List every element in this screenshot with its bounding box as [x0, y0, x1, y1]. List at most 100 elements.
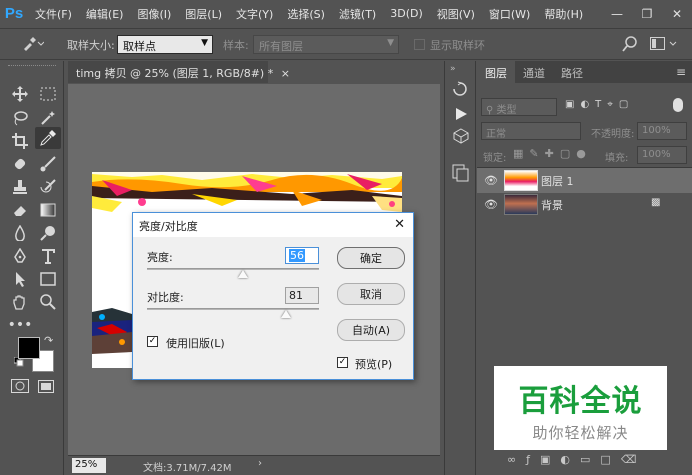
menu-layer[interactable]: 图层(L)	[178, 6, 229, 22]
ok-button[interactable]: 确定	[337, 247, 405, 269]
cancel-button[interactable]: 取消	[337, 283, 405, 305]
opacity-input[interactable]: 100%	[637, 122, 687, 140]
brightness-slider-track[interactable]	[147, 268, 319, 270]
pen-tool-icon[interactable]	[7, 245, 33, 267]
zoom-input[interactable]: 25%	[72, 458, 106, 473]
hand-tool-icon[interactable]	[7, 291, 33, 313]
tab-channels[interactable]: 通道	[515, 61, 553, 83]
menu-help[interactable]: 帮助(H)	[537, 6, 590, 22]
sample-select: 所有图层 ▼	[253, 35, 399, 54]
menu-filter[interactable]: 滤镜(T)	[332, 6, 383, 22]
chevron-down-icon: ▼	[201, 38, 208, 48]
show-ring-label: 显示取样环	[430, 39, 485, 52]
layer-actions-bar[interactable]: ∞ƒ▣◐▭□⌫	[507, 453, 646, 466]
history-brush-icon[interactable]	[35, 176, 61, 198]
dialog-title: 亮度/对比度	[139, 220, 198, 233]
foreground-color-swatch[interactable]	[18, 337, 40, 359]
collapsed-panel-strip: »	[444, 61, 476, 475]
magic-wand-icon[interactable]	[35, 107, 61, 129]
legacy-label: 使用旧版(L)	[166, 337, 225, 350]
menu-file[interactable]: 文件(F)	[28, 6, 79, 22]
actions-panel-icon[interactable]	[454, 107, 468, 124]
dialog-body: 亮度: 56 对比度: 81 ✓ 使用旧版(L) 确定 取消 自动(A) ✓ 预…	[133, 237, 413, 379]
quick-mask-icon[interactable]	[11, 379, 29, 396]
tab-layers[interactable]: 图层	[477, 61, 515, 83]
marquee-tool-icon[interactable]	[35, 83, 61, 105]
workspace-icon[interactable]	[650, 37, 680, 54]
layer-name: 图层 1	[541, 175, 574, 188]
filter-toggle-icon[interactable]	[673, 98, 683, 112]
crop-tool-icon[interactable]	[7, 130, 33, 152]
swap-colors-icon[interactable]: ↷	[44, 334, 53, 347]
eraser-tool-icon[interactable]	[7, 199, 33, 221]
eye-icon[interactable]: 👁	[484, 198, 498, 211]
brush-tool-icon[interactable]	[35, 153, 61, 175]
close-icon[interactable]: ✕	[662, 0, 692, 27]
brightness-input[interactable]: 56	[285, 247, 319, 264]
document-tab[interactable]: timg 拷贝 @ 25% (图层 1, RGB/8#) * ×	[68, 61, 290, 83]
menu-edit[interactable]: 编辑(E)	[79, 6, 131, 22]
menu-type[interactable]: 文字(Y)	[229, 6, 280, 22]
healing-brush-icon[interactable]	[7, 153, 33, 175]
brightness-slider-thumb[interactable]	[238, 270, 249, 278]
more-tools-icon[interactable]: •••	[7, 314, 33, 336]
auto-button[interactable]: 自动(A)	[337, 319, 405, 341]
3d-panel-icon[interactable]	[453, 128, 469, 147]
preview-checkbox[interactable]: ✓	[337, 357, 348, 368]
layer-name: 背景	[541, 199, 563, 212]
menu-select[interactable]: 选择(S)	[280, 6, 332, 22]
options-bar: 取样大小: 取样点 ▼ 样本: 所有图层 ▼ 显示取样环	[0, 28, 692, 60]
layer-row[interactable]: 👁 背景 ▩	[477, 192, 692, 217]
eyedropper-tool-icon[interactable]	[35, 127, 61, 149]
move-tool-icon[interactable]	[7, 83, 33, 105]
screen-mode-icon[interactable]	[38, 380, 54, 397]
collapse-panel-icon[interactable]: »	[450, 64, 456, 74]
rectangle-tool-icon[interactable]	[35, 268, 61, 290]
legacy-checkbox[interactable]: ✓	[147, 336, 158, 347]
sample-size-select[interactable]: 取样点 ▼	[117, 35, 213, 54]
tab-paths[interactable]: 路径	[553, 61, 591, 83]
layer-row[interactable]: 👁 图层 1	[477, 168, 692, 193]
watermark-title: 百科全说	[518, 384, 643, 419]
preview-label: 预览(P)	[355, 358, 393, 371]
search-icon[interactable]	[622, 36, 638, 55]
zoom-tool-icon[interactable]	[35, 291, 61, 313]
eyedropper-preset-icon[interactable]	[22, 37, 45, 54]
layer-filter-icons[interactable]: ▣◐T⌖▢	[565, 99, 634, 110]
dialog-close-icon[interactable]: ✕	[394, 217, 405, 232]
sample-size-label: 取样大小:	[67, 39, 115, 52]
gradient-tool-icon[interactable]	[35, 199, 61, 221]
minimize-icon[interactable]: —	[602, 0, 632, 27]
restore-icon[interactable]: ❐	[632, 0, 662, 27]
menu-window[interactable]: 窗口(W)	[482, 6, 537, 22]
blur-tool-icon[interactable]	[7, 222, 33, 244]
menu-bar: Ps 文件(F) 编辑(E) 图像(I) 图层(L) 文字(Y) 选择(S) 滤…	[0, 0, 692, 27]
blend-mode-select[interactable]: 正常	[481, 122, 581, 140]
menu-image[interactable]: 图像(I)	[130, 6, 178, 22]
path-selection-icon[interactable]	[7, 268, 33, 290]
watermark-subtitle: 助你轻松解决	[532, 424, 629, 442]
chevron-down-icon: ▼	[387, 38, 394, 48]
type-tool-icon[interactable]	[35, 245, 61, 267]
lock-icons[interactable]: ▦✎✚▢●	[513, 147, 592, 160]
fill-label: 填充:	[605, 153, 629, 164]
menu-3d[interactable]: 3D(D)	[383, 7, 430, 20]
lock-label: 锁定:	[483, 153, 507, 164]
layer-thumbnail	[504, 170, 538, 191]
contrast-input[interactable]: 81	[285, 287, 319, 304]
properties-panel-icon[interactable]	[452, 164, 470, 185]
stamp-tool-icon[interactable]	[7, 176, 33, 198]
history-panel-icon[interactable]	[452, 81, 470, 100]
eye-icon[interactable]: 👁	[484, 174, 498, 187]
lasso-tool-icon[interactable]	[7, 107, 33, 129]
status-menu-arrow-icon[interactable]: ›	[258, 458, 262, 469]
brightness-label: 亮度:	[147, 251, 173, 264]
dodge-tool-icon[interactable]	[35, 222, 61, 244]
fill-input[interactable]: 100%	[637, 146, 687, 164]
menu-view[interactable]: 视图(V)	[430, 6, 482, 22]
panel-menu-icon[interactable]: ≡	[676, 65, 686, 79]
layer-filter-select[interactable]: ⚲ 类型	[481, 98, 557, 116]
contrast-slider-thumb[interactable]	[281, 310, 292, 318]
contrast-slider-track[interactable]	[147, 308, 319, 310]
close-tab-icon[interactable]: ×	[281, 67, 290, 80]
